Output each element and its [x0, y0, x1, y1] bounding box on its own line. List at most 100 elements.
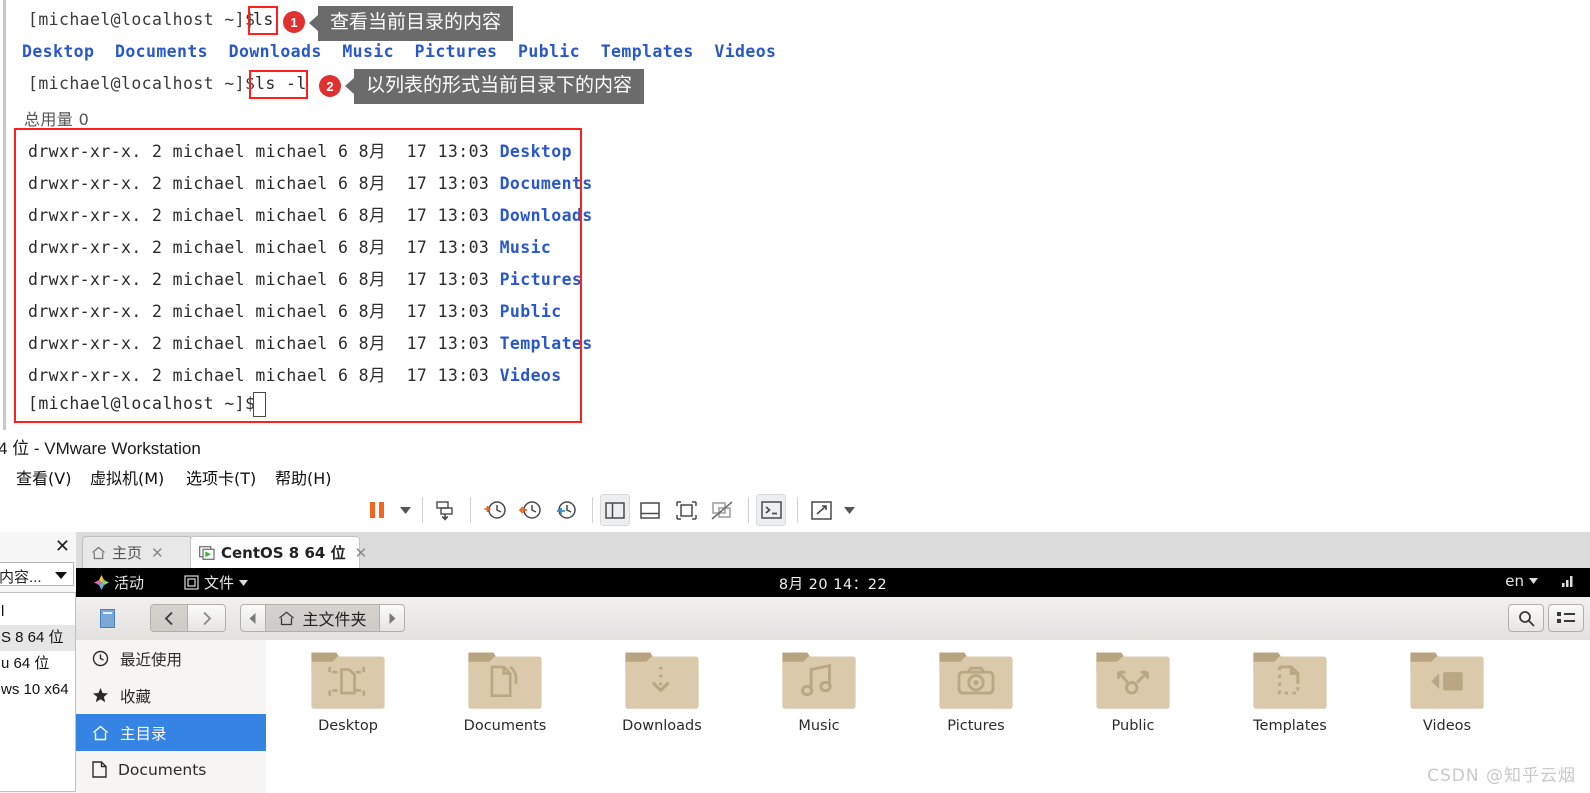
folder-item[interactable]: Music — [759, 646, 879, 734]
console-view-icon[interactable] — [756, 494, 786, 526]
library-search-input[interactable]: 内容... — [0, 562, 74, 586]
files-app-header: 主文件夹 — [76, 597, 1590, 641]
folder-item[interactable]: Public — [1073, 646, 1193, 734]
menu-item-vm[interactable]: 虚拟机(M) — [90, 465, 164, 489]
sidebar-item-label: Documents — [118, 760, 207, 779]
search-icon[interactable] — [1508, 604, 1544, 632]
sidebar-item-最近使用[interactable]: 最近使用 — [76, 640, 266, 677]
folder-icon-desktop — [288, 646, 408, 714]
folder-item[interactable]: Templates — [1230, 646, 1350, 734]
vmware-toolbar — [0, 488, 1590, 533]
files-sidebar: 最近使用收藏主目录 Documents — [76, 640, 267, 793]
list-view-icon[interactable] — [1548, 604, 1584, 632]
send-ctrl-alt-del-icon[interactable] — [430, 494, 460, 526]
manage-snapshots-icon[interactable] — [552, 494, 582, 526]
toolbar-separator-4 — [748, 497, 749, 523]
clock-icon — [92, 650, 109, 667]
sidebar-item-label: 收藏 — [120, 687, 152, 706]
library-vm-item[interactable]: ws 10 x64 — [0, 677, 75, 703]
sidebar-item-label: 主目录 — [120, 724, 167, 743]
folder-item[interactable]: Documents — [445, 646, 565, 734]
tab-centos[interactable]: CentOS 8 64 位 ✕ — [190, 536, 367, 568]
terminal-prompt-line-2: [michael@localhost ~]$ — [28, 74, 266, 93]
folder-icon-videos — [1387, 646, 1507, 714]
folder-item[interactable]: Pictures — [916, 646, 1036, 734]
terminal-left-rule — [3, 0, 6, 430]
folder-label: Downloads — [622, 718, 702, 734]
folder-label: Desktop — [318, 718, 378, 734]
folder-label: Pictures — [947, 718, 1005, 734]
terminal-screenshot: [michael@localhost ~]$ ls Desktop Docume… — [0, 0, 1590, 430]
folder-icon-documents — [445, 646, 565, 714]
pause-icon[interactable] — [362, 494, 392, 526]
highlight-box-listing — [14, 128, 582, 423]
stretch-icon[interactable] — [806, 494, 836, 526]
chevron-left-icon[interactable] — [150, 604, 188, 632]
menu-item-tabs[interactable]: 选项卡(T) — [186, 465, 256, 489]
breadcrumb[interactable]: 主文件夹 — [266, 604, 379, 632]
gnome-top-bar: 活动 文件 8月 20 14：22 en — [76, 568, 1590, 597]
vmware-library-panel: ✕ 内容... lS 8 64 位u 64 位 ws 10 x64 — [0, 532, 77, 793]
unity-mode-icon[interactable] — [707, 494, 737, 526]
folder-label: Templates — [1253, 718, 1327, 734]
dropdown-caret-icon[interactable] — [396, 494, 414, 526]
sidebar-item-收藏[interactable]: 收藏 — [76, 677, 266, 714]
toolbar-separator-2 — [470, 497, 471, 523]
sidebar-item-主目录[interactable]: 主目录 — [76, 714, 266, 751]
stretch-caret-icon[interactable] — [840, 494, 858, 526]
folder-icon-public — [1073, 646, 1193, 714]
prompt-text: [michael@localhost ~]$ — [28, 10, 266, 29]
csdn-watermark: CSDN @知乎云烟 — [1427, 766, 1576, 786]
toolbar-separator-1 — [422, 497, 423, 523]
folder-icon-templates — [1230, 646, 1350, 714]
library-search-caret-icon[interactable] — [55, 572, 67, 579]
tab-home-close-icon[interactable]: ✕ — [151, 544, 164, 562]
folder-item[interactable]: Desktop — [288, 646, 408, 734]
folder-icon-pictures — [916, 646, 1036, 714]
highlight-box-cmd2 — [249, 70, 308, 99]
library-vm-item[interactable]: u 64 位 — [0, 651, 75, 677]
folder-label: Videos — [1422, 718, 1472, 734]
library-search-value: 内容... — [0, 569, 42, 586]
library-vm-item[interactable]: l — [0, 599, 75, 625]
revert-snapshot-icon[interactable] — [516, 494, 546, 526]
callout-badge-2: 2 — [319, 75, 341, 97]
breadcrumb-label: 主文件夹 — [302, 610, 367, 629]
fullscreen-icon[interactable] — [671, 494, 701, 526]
callout-tooltip-2: 以列表的形式当前目录下的内容 — [344, 69, 645, 104]
show-thumbnails-icon[interactable] — [635, 494, 665, 526]
sidebar-icon[interactable] — [92, 604, 122, 632]
show-library-icon[interactable] — [600, 494, 630, 526]
sidebar-item-Documents[interactable]: Documents — [76, 751, 266, 788]
chevron-down-icon-kb — [1529, 578, 1538, 584]
tab-home[interactable]: 主页 ✕ — [82, 536, 192, 568]
vmware-menubar: 查看(V) 虚拟机(M) 选项卡(T) 帮助(H) — [0, 462, 1590, 488]
document-icon — [92, 761, 107, 778]
library-vm-item[interactable]: S 8 64 位 — [0, 625, 75, 651]
folder-item[interactable]: Videos — [1387, 646, 1507, 734]
highlight-box-cmd1 — [248, 6, 278, 35]
gnome-clock[interactable]: 8月 20 14：22 — [76, 573, 1590, 594]
home-icon — [91, 546, 106, 560]
library-close-icon[interactable]: ✕ — [55, 536, 70, 557]
tab-centos-label: CentOS 8 64 位 — [221, 544, 346, 562]
chevron-right-icon[interactable] — [188, 604, 226, 632]
terminal-ls-output: Desktop Documents Downloads Music Pictur… — [22, 42, 776, 61]
tab-centos-close-icon[interactable]: ✕ — [355, 544, 368, 562]
folder-item[interactable]: Downloads — [602, 646, 722, 734]
system-status-icon[interactable] — [1562, 574, 1576, 587]
breadcrumb-prev-icon[interactable] — [240, 604, 266, 632]
home-icon-breadcrumb — [278, 610, 295, 626]
menu-item-view[interactable]: 查看(V) — [16, 465, 71, 489]
star-icon — [92, 687, 109, 704]
take-snapshot-icon[interactable] — [480, 494, 510, 526]
folder-label: Public — [1111, 718, 1155, 734]
keyboard-layout-indicator[interactable]: en — [1505, 572, 1538, 590]
menu-item-help[interactable]: 帮助(H) — [275, 465, 332, 489]
files-content-grid: Desktop Documents Downloads Music Pictures Pu… — [266, 640, 1590, 793]
folder-icon-downloads — [602, 646, 722, 714]
keyboard-layout-label: en — [1505, 572, 1524, 590]
breadcrumb-next-icon[interactable] — [379, 604, 405, 632]
terminal-total-line: 总用量 0 — [24, 110, 90, 129]
library-vm-list[interactable]: lS 8 64 位u 64 位 ws 10 x64 — [0, 592, 76, 792]
